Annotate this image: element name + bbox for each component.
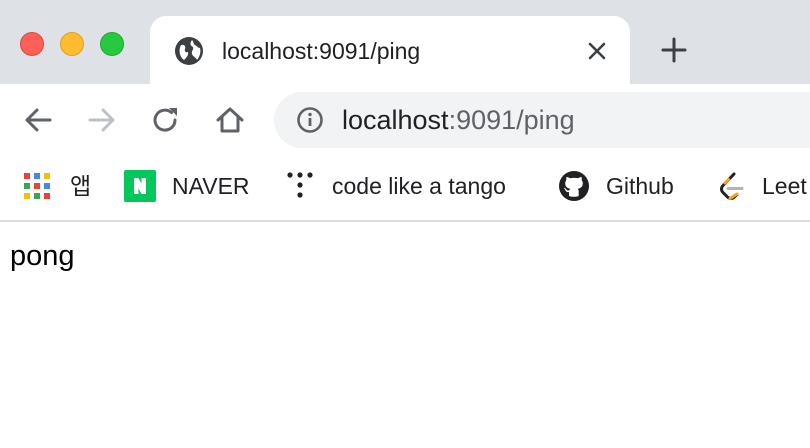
- site-info-icon[interactable]: [296, 106, 324, 134]
- bookmarks-bar: 앱 NAVER code like a tango Github Leet: [0, 156, 810, 222]
- close-tab-icon[interactable]: [584, 38, 610, 64]
- new-tab-icon[interactable]: [660, 36, 688, 64]
- window-close-button[interactable]: [20, 32, 44, 56]
- bookmark-label: NAVER: [172, 173, 250, 199]
- window-minimize-button[interactable]: [60, 32, 84, 56]
- tab-strip: localhost:9091/ping: [0, 0, 810, 84]
- naver-icon: [124, 170, 156, 202]
- bookmark-naver[interactable]: NAVER: [124, 168, 250, 204]
- tango-dots-icon: [287, 172, 313, 198]
- github-icon: [559, 171, 589, 201]
- bookmark-label: Github: [606, 173, 674, 199]
- bookmark-github[interactable]: Github: [558, 168, 674, 204]
- response-text: pong: [10, 240, 75, 272]
- back-arrow-icon[interactable]: [22, 104, 54, 136]
- page-content: pong: [0, 222, 810, 448]
- bookmark-label: code like a tango: [332, 173, 506, 199]
- address-bar[interactable]: localhost:9091/ping: [274, 92, 810, 148]
- forward-arrow-icon[interactable]: [86, 104, 118, 136]
- reload-icon[interactable]: [150, 104, 182, 136]
- url-path: :9091/ping: [448, 105, 575, 135]
- tab-title: localhost:9091/ping: [222, 38, 421, 64]
- home-icon[interactable]: [214, 104, 246, 136]
- leetcode-icon: [720, 172, 744, 200]
- browser-window: localhost:9091/ping localhost:9091/ping …: [0, 0, 810, 448]
- bookmark-leetcode[interactable]: Leet: [716, 168, 807, 204]
- apps-grid-icon: [24, 173, 50, 199]
- bookmark-label: 앱: [70, 173, 92, 199]
- window-zoom-button[interactable]: [100, 32, 124, 56]
- globe-icon: [175, 37, 203, 65]
- url-host: localhost: [342, 105, 449, 135]
- bookmark-code-like-a-tango[interactable]: code like a tango: [284, 168, 506, 204]
- active-tab[interactable]: localhost:9091/ping: [150, 16, 630, 84]
- toolbar: localhost:9091/ping: [0, 84, 810, 156]
- url-text[interactable]: localhost:9091/ping: [342, 104, 575, 136]
- bookmark-label: Leet: [762, 173, 807, 199]
- bookmark-apps[interactable]: 앱: [22, 168, 91, 204]
